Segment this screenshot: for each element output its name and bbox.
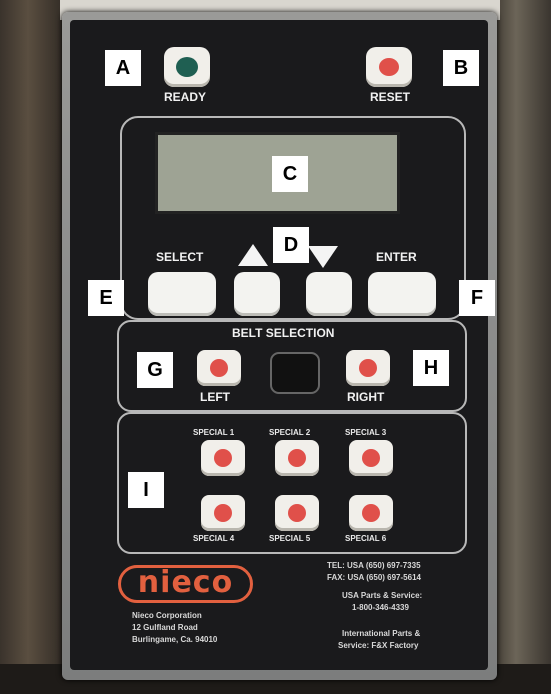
reset-indicator-light	[379, 58, 399, 76]
belt-center-indicator	[270, 352, 320, 394]
intl-parts-service: Service: F&X Factory	[338, 641, 419, 650]
intl-parts-title: International Parts &	[342, 629, 421, 638]
callout-e: E	[88, 280, 124, 316]
select-label: SELECT	[156, 250, 204, 264]
nieco-logo: nieco	[118, 565, 253, 603]
special-2-light	[288, 449, 306, 467]
special-4-label: SPECIAL 4	[193, 534, 235, 543]
callout-i: I	[128, 472, 164, 508]
special-3-light	[362, 449, 380, 467]
special-3-button[interactable]	[349, 440, 393, 476]
down-arrow-icon	[308, 246, 338, 268]
down-button[interactable]	[306, 272, 352, 316]
special-2-button[interactable]	[275, 440, 319, 476]
belt-left-button[interactable]	[197, 350, 241, 386]
reset-button[interactable]	[366, 47, 412, 87]
special-1-label: SPECIAL 1	[193, 428, 235, 437]
belt-left-label: LEFT	[200, 390, 230, 404]
belt-selection-title: BELT SELECTION	[232, 326, 335, 340]
special-4-light	[214, 504, 232, 522]
callout-g: G	[137, 352, 173, 388]
company-address: 12 Gulfland Road	[132, 623, 198, 632]
company-city: Burlingame, Ca. 94010	[132, 635, 218, 644]
belt-right-light	[359, 359, 377, 377]
special-1-button[interactable]	[201, 440, 245, 476]
belt-right-label: RIGHT	[347, 390, 385, 404]
background-left	[0, 0, 70, 694]
up-button[interactable]	[234, 272, 280, 316]
ready-button[interactable]	[164, 47, 210, 87]
special-5-light	[288, 504, 306, 522]
up-arrow-icon	[238, 244, 268, 266]
special-6-label: SPECIAL 6	[345, 534, 387, 543]
fax: FAX: USA (650) 697-5614	[327, 573, 421, 582]
enter-button[interactable]	[368, 272, 436, 316]
callout-d: D	[273, 227, 309, 263]
ready-label: READY	[164, 90, 207, 104]
telephone: TEL: USA (650) 697-7335	[327, 561, 421, 570]
callout-c: C	[272, 156, 308, 192]
enter-label: ENTER	[376, 250, 417, 264]
special-1-light	[214, 449, 232, 467]
special-6-button[interactable]	[349, 495, 393, 531]
select-button[interactable]	[148, 272, 216, 316]
special-5-label: SPECIAL 5	[269, 534, 311, 543]
reset-label: RESET	[370, 90, 411, 104]
special-4-button[interactable]	[201, 495, 245, 531]
usa-parts-phone: 1-800-346-4339	[352, 603, 409, 612]
special-2-label: SPECIAL 2	[269, 428, 311, 437]
callout-f: F	[459, 280, 495, 316]
ready-indicator-light	[176, 57, 198, 77]
company-name: Nieco Corporation	[132, 611, 202, 620]
belt-right-button[interactable]	[346, 350, 390, 386]
special-5-button[interactable]	[275, 495, 319, 531]
belt-left-light	[210, 359, 228, 377]
callout-h: H	[413, 350, 449, 386]
usa-parts-title: USA Parts & Service:	[342, 591, 423, 600]
callout-b: B	[443, 50, 479, 86]
special-6-light	[362, 504, 380, 522]
special-3-label: SPECIAL 3	[345, 428, 387, 437]
callout-a: A	[105, 50, 141, 86]
